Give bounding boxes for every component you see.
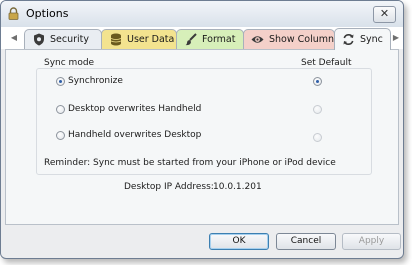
apply-button[interactable]: Apply <box>342 233 401 250</box>
default-radio-handheld-overwrites-desktop[interactable] <box>313 133 322 142</box>
tab-format[interactable]: Format <box>176 29 244 49</box>
option-label-desktop-overwrites-handheld: Desktop overwrites Handheld <box>68 104 202 114</box>
eye-icon <box>251 33 264 46</box>
tab-strip: ◀ Security User Data Format Show Column <box>1 27 403 50</box>
tab-sync[interactable]: Sync <box>334 28 391 50</box>
close-button[interactable]: ✕ <box>373 6 396 23</box>
set-default-header: Set Default <box>301 58 352 68</box>
tab-show-column[interactable]: Show Column <box>243 29 335 49</box>
default-radio-desktop-overwrites-handheld[interactable] <box>313 105 322 114</box>
cancel-button[interactable]: Cancel <box>276 233 336 250</box>
option-label-synchronize: Synchronize <box>68 76 123 86</box>
brush-icon <box>184 33 197 46</box>
close-icon: ✕ <box>379 7 390 20</box>
tab-label-format: Format <box>202 34 236 45</box>
radio-desktop-overwrites-handheld[interactable] <box>56 105 65 114</box>
tab-scroll-left-icon[interactable]: ◀ <box>9 30 19 46</box>
sync-panel: Sync mode Set Default Synchronize Deskto… <box>5 49 399 225</box>
shield-icon <box>32 33 45 46</box>
window-title: Options <box>26 7 69 20</box>
tab-label-show-column: Show Column <box>269 34 335 45</box>
lock-icon <box>8 7 19 20</box>
sync-reminder: Reminder: Sync must be started from your… <box>44 158 336 168</box>
title-bar: Options ✕ <box>1 1 403 28</box>
radio-synchronize[interactable] <box>56 77 65 86</box>
option-label-handheld-overwrites-desktop: Handheld overwrites Desktop <box>68 130 202 140</box>
tab-label-sync: Sync <box>360 34 383 45</box>
tab-user-data[interactable]: User Data <box>101 29 177 49</box>
desktop-ip-label: Desktop IP Address: <box>124 182 214 192</box>
desktop-ip-value: 10.0.1.201 <box>213 182 262 192</box>
options-window: Options ✕ ◀ Security User Data Format Sh… <box>0 0 404 259</box>
tab-label-security: Security <box>50 34 90 45</box>
ok-button[interactable]: OK <box>209 233 269 250</box>
tab-label-user-data: User Data <box>127 34 175 45</box>
sync-mode-header: Sync mode <box>44 58 95 68</box>
tab-security[interactable]: Security <box>24 29 102 49</box>
tab-scroll-right-icon[interactable]: ▶ <box>391 30 401 46</box>
database-icon <box>109 33 122 46</box>
sync-icon <box>342 33 355 46</box>
radio-handheld-overwrites-desktop[interactable] <box>56 131 65 140</box>
default-radio-synchronize[interactable] <box>313 77 322 86</box>
